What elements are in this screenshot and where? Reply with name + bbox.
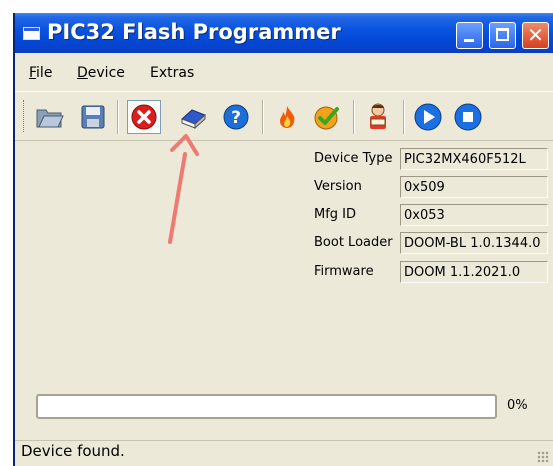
open-folder-icon[interactable]	[33, 100, 67, 134]
boot-loader-value: DOOM-BL 1.0.1344.0	[400, 232, 548, 254]
window-title: PIC32 Flash Programmer	[47, 20, 341, 44]
title-bar[interactable]: PIC32 Flash Programmer ✕	[15, 13, 553, 53]
firmware-value: DOOM 1.1.2021.0	[400, 261, 548, 283]
toolbar-grip[interactable]	[23, 100, 27, 132]
fire-icon[interactable]	[270, 100, 304, 134]
status-bar: Device found.	[15, 440, 553, 466]
menu-bar: File Device Extras	[15, 63, 553, 85]
menu-file[interactable]: File	[29, 65, 52, 81]
minimize-icon	[464, 39, 474, 42]
progress-percent: 0%	[507, 398, 528, 413]
help-icon[interactable]: ?	[219, 100, 253, 134]
checkmark-icon[interactable]	[310, 100, 344, 134]
maximize-icon	[496, 28, 509, 41]
play-icon[interactable]	[411, 100, 445, 134]
mfg-id-value: 0x053	[400, 204, 548, 226]
svg-text:?: ?	[231, 108, 241, 128]
close-button[interactable]: ✕	[522, 22, 549, 49]
mfg-id-label: Mfg ID	[314, 207, 357, 222]
app-window: PIC32 Flash Programmer ✕ File Device Ext…	[13, 13, 553, 466]
toolbar: ?	[15, 91, 553, 141]
menu-device[interactable]: Device	[77, 65, 125, 81]
boot-loader-label: Boot Loader	[314, 235, 393, 250]
device-type-value: PIC32MX460F512L	[400, 148, 548, 170]
resize-grip[interactable]	[537, 451, 549, 463]
status-text: Device found.	[21, 442, 125, 460]
progress-bar	[36, 394, 497, 419]
version-value: 0x509	[400, 176, 548, 198]
person-reading-icon[interactable]	[361, 100, 395, 134]
maximize-button[interactable]	[489, 22, 516, 49]
toolbar-separator	[262, 100, 264, 134]
firmware-label: Firmware	[314, 264, 374, 279]
device-type-label: Device Type	[314, 151, 393, 166]
save-icon[interactable]	[76, 100, 110, 134]
menu-extras[interactable]: Extras	[150, 65, 194, 81]
minimize-button[interactable]	[456, 22, 483, 49]
stop-icon[interactable]	[127, 100, 161, 134]
eraser-icon[interactable]	[176, 100, 210, 134]
version-label: Version	[314, 179, 362, 194]
close-icon: ✕	[527, 23, 544, 47]
toolbar-separator	[403, 100, 405, 134]
toolbar-separator	[353, 100, 355, 134]
stop-circle-icon[interactable]	[451, 100, 485, 134]
app-window-icon	[23, 27, 40, 40]
toolbar-separator	[117, 100, 119, 134]
